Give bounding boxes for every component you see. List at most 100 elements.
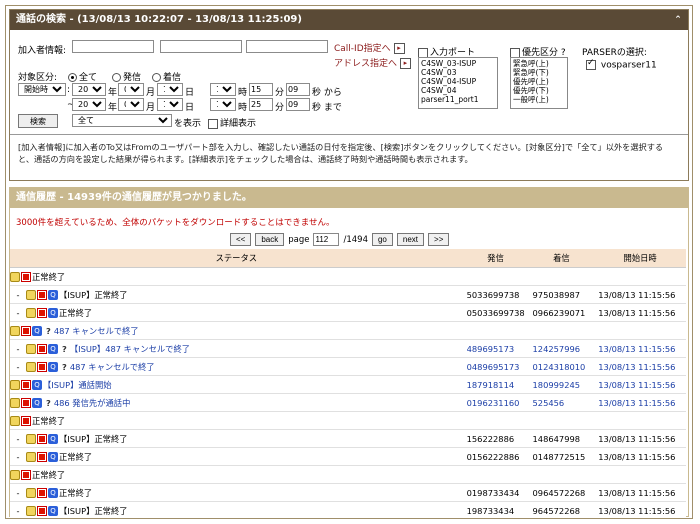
first-page-button[interactable]: << <box>230 233 252 246</box>
back-button[interactable]: back <box>255 233 285 246</box>
column-header[interactable]: ステータス <box>10 249 463 268</box>
database-icon[interactable] <box>10 380 20 390</box>
column-header[interactable]: 発信 <box>462 249 529 268</box>
list-item[interactable]: 優先呼(上) <box>513 77 565 86</box>
minute-to-input[interactable] <box>249 98 273 111</box>
hour-from-select[interactable]: 11 <box>210 83 236 96</box>
packet-icon[interactable]: Q <box>48 434 58 444</box>
table-row[interactable]: - Q 正常終了 05033699738 0966239071 13/08/13 11:1… <box>10 303 686 322</box>
database-icon[interactable] <box>26 344 36 354</box>
table-row[interactable]: Q 【ISUP】通話開始 187918114 180999245 13/08/13 11… <box>10 375 686 394</box>
database-icon[interactable] <box>26 434 36 444</box>
database-icon[interactable] <box>26 506 36 516</box>
month-from-select[interactable]: 08 <box>118 83 144 96</box>
display-select[interactable]: 全て <box>72 114 172 127</box>
flag-icon[interactable] <box>21 272 31 282</box>
address-link[interactable]: アドレス指定へ ▸ <box>334 56 411 69</box>
target-outgoing[interactable]: 発信 <box>112 70 141 83</box>
table-row[interactable]: - Q 【ISUP】正常終了 5033699738 975038987 13/08/13 … <box>10 285 686 304</box>
packet-icon[interactable]: Q <box>48 362 58 372</box>
list-item[interactable]: 一般呼(上) <box>513 95 565 104</box>
second-to-input[interactable] <box>286 98 310 111</box>
table-row[interactable]: - Q 正常終了 0156222886 0148772515 13/08/13 11:15… <box>10 447 686 466</box>
list-item[interactable]: C4SW_04 <box>421 86 495 95</box>
help-icon[interactable]: ? <box>62 362 67 372</box>
help-icon[interactable]: ? <box>62 344 67 354</box>
flag-icon[interactable] <box>21 398 31 408</box>
subscriber-input-1[interactable] <box>72 40 154 53</box>
packet-icon[interactable]: Q <box>48 506 58 516</box>
packet-icon[interactable]: Q <box>48 308 58 318</box>
column-header[interactable]: 着信 <box>528 249 595 268</box>
table-row[interactable]: Q? 487 キャンセルで終了 <box>10 321 686 340</box>
flag-icon[interactable] <box>37 362 47 372</box>
table-row[interactable]: - Q 正常終了 0198733434 0964572268 13/08/13 11:15… <box>10 483 686 502</box>
second-from-input[interactable] <box>286 83 310 96</box>
list-item[interactable]: parser11_port1 <box>421 95 495 104</box>
flag-icon[interactable] <box>21 416 31 426</box>
search-button[interactable]: 検索 <box>18 114 58 128</box>
database-icon[interactable] <box>26 452 36 462</box>
subscriber-input-2[interactable] <box>160 40 242 53</box>
subscriber-input-3[interactable] <box>246 40 328 53</box>
database-icon[interactable] <box>26 290 36 300</box>
table-row[interactable]: - Q? 487 キャンセルで終了 0489695173 0124318010 13/08… <box>10 357 686 376</box>
table-row[interactable]: 正常終了 <box>10 411 686 430</box>
database-icon[interactable] <box>10 326 20 336</box>
database-icon[interactable] <box>26 308 36 318</box>
column-header[interactable]: 開始日時 <box>594 249 686 268</box>
database-icon[interactable] <box>10 272 20 282</box>
list-item[interactable]: 優先呼(下) <box>513 86 565 95</box>
target-all[interactable]: 全て <box>68 70 97 83</box>
database-icon[interactable] <box>26 488 36 498</box>
table-row[interactable]: Q? 486 発信先が通話中 0196231160 525456 13/08/13 11… <box>10 393 686 412</box>
flag-icon[interactable] <box>37 308 47 318</box>
detail-checkbox[interactable]: 詳細表示 <box>208 116 256 129</box>
last-page-button[interactable]: >> <box>428 233 450 246</box>
target-incoming[interactable]: 着信 <box>152 70 181 83</box>
in-port-listbox[interactable]: C4SW_03-ISUP C4SW_03 C4SW_04-ISUP C4SW_0… <box>418 57 498 109</box>
packet-icon[interactable]: Q <box>48 488 58 498</box>
minute-from-input[interactable] <box>249 83 273 96</box>
flag-icon[interactable] <box>21 326 31 336</box>
table-row[interactable]: 正常終了 <box>10 267 686 286</box>
help-icon[interactable]: ? <box>46 326 51 336</box>
list-item[interactable]: C4SW_03 <box>421 68 495 77</box>
month-to-select[interactable]: 08 <box>118 98 144 111</box>
collapse-icon[interactable]: ⌃ <box>672 14 684 26</box>
flag-icon[interactable] <box>37 290 47 300</box>
year-from-select[interactable]: 2013 <box>72 83 106 96</box>
table-row[interactable]: 正常終了 <box>10 465 686 484</box>
list-item[interactable]: C4SW_04-ISUP <box>421 77 495 86</box>
parser-checkbox[interactable]: vosparser11 <box>586 58 657 71</box>
flag-icon[interactable] <box>37 506 47 516</box>
hour-to-select[interactable]: 11 <box>210 98 236 111</box>
help-icon[interactable]: ? <box>46 398 51 408</box>
table-row[interactable]: - Q 【ISUP】正常終了 156222886 148647998 13/08/13 1… <box>10 429 686 448</box>
page-input[interactable] <box>313 233 340 246</box>
time-type-select[interactable]: 開始時刻 <box>18 83 66 96</box>
flag-icon[interactable] <box>37 488 47 498</box>
list-item[interactable]: C4SW_03-ISUP <box>421 59 495 68</box>
packet-icon[interactable]: Q <box>32 326 42 336</box>
database-icon[interactable] <box>26 362 36 372</box>
flag-icon[interactable] <box>37 344 47 354</box>
table-row[interactable]: - Q 【ISUP】正常終了 198733434 964572268 13/08/13 1… <box>10 501 686 518</box>
packet-icon[interactable]: Q <box>32 380 42 390</box>
packet-icon[interactable]: Q <box>32 398 42 408</box>
table-row[interactable]: - Q? 【ISUP】487 キャンセルで終了 489695173 124257996 1… <box>10 339 686 358</box>
packet-icon[interactable]: Q <box>48 290 58 300</box>
packet-icon[interactable]: Q <box>48 344 58 354</box>
flag-icon[interactable] <box>21 380 31 390</box>
next-button[interactable]: next <box>396 233 425 246</box>
flag-icon[interactable] <box>37 434 47 444</box>
database-icon[interactable] <box>10 416 20 426</box>
day-to-select[interactable]: 13 <box>157 98 183 111</box>
callid-link[interactable]: Call-ID指定へ ▸ <box>334 41 405 54</box>
day-from-select[interactable]: 13 <box>157 83 183 96</box>
flag-icon[interactable] <box>37 452 47 462</box>
list-item[interactable]: 緊急呼(上) <box>513 59 565 68</box>
go-button[interactable]: go <box>371 233 393 246</box>
database-icon[interactable] <box>10 470 20 480</box>
database-icon[interactable] <box>10 398 20 408</box>
